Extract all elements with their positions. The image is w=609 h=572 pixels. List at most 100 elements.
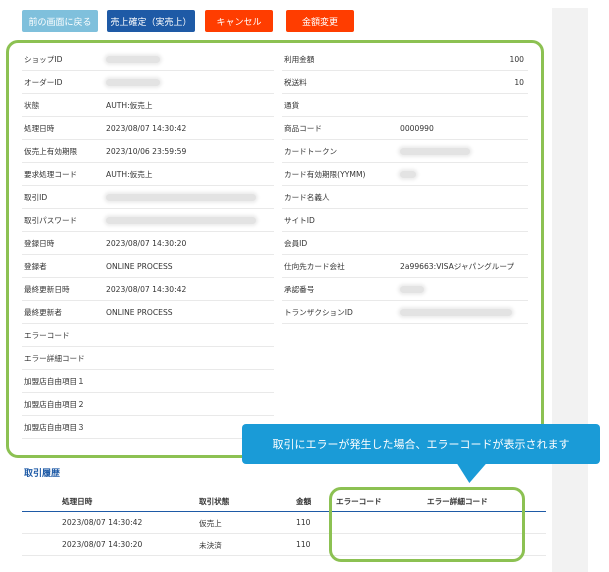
detail-row: 商品コード 0000990 — [282, 117, 528, 140]
history-row: 2023/08/07 14:30:42 仮売上 110 — [22, 512, 546, 534]
detail-label: 税送料 — [284, 77, 307, 87]
detail-value: 10 — [514, 77, 524, 87]
detail-value: 0000990 — [400, 123, 434, 133]
callout-text: 取引にエラーが発生した場合、エラーコードが表示されます — [272, 438, 570, 451]
detail-value: 2023/10/06 23:59:59 — [106, 146, 187, 156]
detail-value: ONLINE PROCESS — [106, 261, 173, 271]
transaction-details-left: ショップID オーダーID 状態 AUTH:仮売上 処理日時 2023/08/07 14:… — [22, 48, 274, 439]
detail-label: 商品コード — [284, 123, 322, 133]
detail-label: トランザクションID — [284, 307, 353, 317]
redacted-value — [400, 308, 528, 317]
detail-label: カード名義人 — [284, 192, 330, 202]
redaction-blur — [106, 79, 160, 86]
redacted-value — [106, 193, 274, 202]
detail-label: カードトークン — [284, 146, 338, 156]
detail-label: エラーコード — [24, 330, 70, 340]
detail-label: 要求処理コード — [24, 169, 78, 179]
history-datetime: 2023/08/07 14:30:42 — [62, 518, 143, 527]
detail-row: オーダーID — [22, 71, 274, 94]
detail-value: 2023/08/07 14:30:20 — [106, 238, 187, 248]
detail-row: エラー詳細コード — [22, 347, 274, 370]
detail-row: 通貨 — [282, 94, 528, 117]
detail-row: 要求処理コード AUTH:仮売上 — [22, 163, 274, 186]
callout-pointer — [447, 463, 487, 483]
redaction-blur — [400, 148, 470, 155]
detail-value: 2023/08/07 14:30:42 — [106, 284, 187, 294]
detail-label: 承認番号 — [284, 284, 315, 294]
detail-value: AUTH:仮売上 — [106, 100, 153, 110]
detail-label: 最終更新者 — [24, 307, 62, 317]
detail-label: 仕向先カード会社 — [284, 261, 345, 271]
redacted-value — [106, 55, 274, 64]
cancel-button[interactable]: キャンセル — [205, 10, 273, 32]
redacted-value — [400, 170, 528, 179]
back-button[interactable]: 前の画面に戻る — [22, 10, 98, 32]
detail-label: 登録日時 — [24, 238, 55, 248]
detail-row: 仕向先カード会社 2a99663:VISAジャパングループ — [282, 255, 528, 278]
detail-row: 登録日時 2023/08/07 14:30:20 — [22, 232, 274, 255]
detail-label: 利用金額 — [284, 54, 315, 64]
detail-value: 2023/08/07 14:30:42 — [106, 123, 187, 133]
redaction-blur — [106, 194, 256, 201]
history-status: 仮売上 — [199, 519, 222, 528]
detail-label: ショップID — [24, 54, 63, 64]
transaction-details-right: 利用金額 100 税送料 10 通貨商品コード 0000990 カードトークンカード有効期限… — [282, 48, 528, 324]
detail-row: 加盟店自由項目２ — [22, 393, 274, 416]
detail-row: 最終更新者 ONLINE PROCESS — [22, 301, 274, 324]
history-amount: 110 — [296, 540, 311, 549]
detail-label: カード有効期限(YYMM) — [284, 169, 366, 179]
redacted-value — [400, 147, 528, 156]
detail-label: 加盟店自由項目３ — [24, 422, 85, 432]
detail-label: サイトID — [284, 215, 315, 225]
detail-row: 取引ID — [22, 186, 274, 209]
redaction-blur — [400, 309, 512, 316]
history-col-error-detail: エラー詳細コード — [427, 497, 488, 506]
detail-value: 2a99663:VISAジャパングループ — [400, 261, 515, 271]
history-col-amount: 金額 — [296, 497, 312, 506]
confirm-sale-button[interactable]: 売上確定（実売上） — [107, 10, 195, 32]
change-amount-button[interactable]: 金額変更 — [286, 10, 354, 32]
detail-row: 会員ID — [282, 232, 528, 255]
detail-row: 状態 AUTH:仮売上 — [22, 94, 274, 117]
detail-label: 加盟店自由項目２ — [24, 399, 85, 409]
detail-label: 最終更新日時 — [24, 284, 70, 294]
detail-row: 取引パスワード — [22, 209, 274, 232]
redaction-blur — [400, 171, 416, 178]
detail-label: 取引ID — [24, 192, 48, 202]
redacted-value — [400, 285, 528, 294]
redacted-value — [106, 78, 274, 87]
redaction-blur — [400, 286, 424, 293]
redacted-value — [106, 216, 274, 225]
detail-row: ショップID — [22, 48, 274, 71]
history-amount: 110 — [296, 518, 311, 527]
detail-label: 取引パスワード — [24, 215, 78, 225]
detail-label: 登録者 — [24, 261, 47, 271]
detail-row: 承認番号 — [282, 278, 528, 301]
history-row: 2023/08/07 14:30:20 未決済 110 — [22, 534, 546, 556]
detail-value: 100 — [509, 54, 525, 64]
error-code-callout: 取引にエラーが発生した場合、エラーコードが表示されます — [242, 424, 600, 464]
detail-row: 加盟店自由項目３ — [22, 416, 274, 439]
history-col-status: 取引状態 — [199, 497, 230, 506]
scrollbar[interactable] — [552, 8, 588, 572]
detail-row: カード名義人 — [282, 186, 528, 209]
history-col-error-code: エラーコード — [336, 497, 382, 506]
detail-label: 加盟店自由項目１ — [24, 376, 85, 386]
detail-label: 通貨 — [284, 100, 300, 110]
history-status: 未決済 — [199, 541, 222, 550]
detail-label: 状態 — [24, 100, 40, 110]
detail-row: 最終更新日時 2023/08/07 14:30:42 — [22, 278, 274, 301]
history-table-header: 処理日時 取引状態 金額 エラーコード エラー詳細コード — [22, 494, 546, 512]
detail-row: 処理日時 2023/08/07 14:30:42 — [22, 117, 274, 140]
detail-label: 処理日時 — [24, 123, 55, 133]
redaction-blur — [106, 217, 256, 224]
detail-label: 会員ID — [284, 238, 308, 248]
detail-row: 利用金額 100 — [282, 48, 528, 71]
detail-row: サイトID — [282, 209, 528, 232]
detail-label: 仮売上有効期限 — [24, 146, 78, 156]
history-col-datetime: 処理日時 — [62, 497, 93, 506]
detail-row: トランザクションID — [282, 301, 528, 324]
detail-value: AUTH:仮売上 — [106, 169, 153, 179]
history-datetime: 2023/08/07 14:30:20 — [62, 540, 143, 549]
detail-row: 仮売上有効期限 2023/10/06 23:59:59 — [22, 140, 274, 163]
